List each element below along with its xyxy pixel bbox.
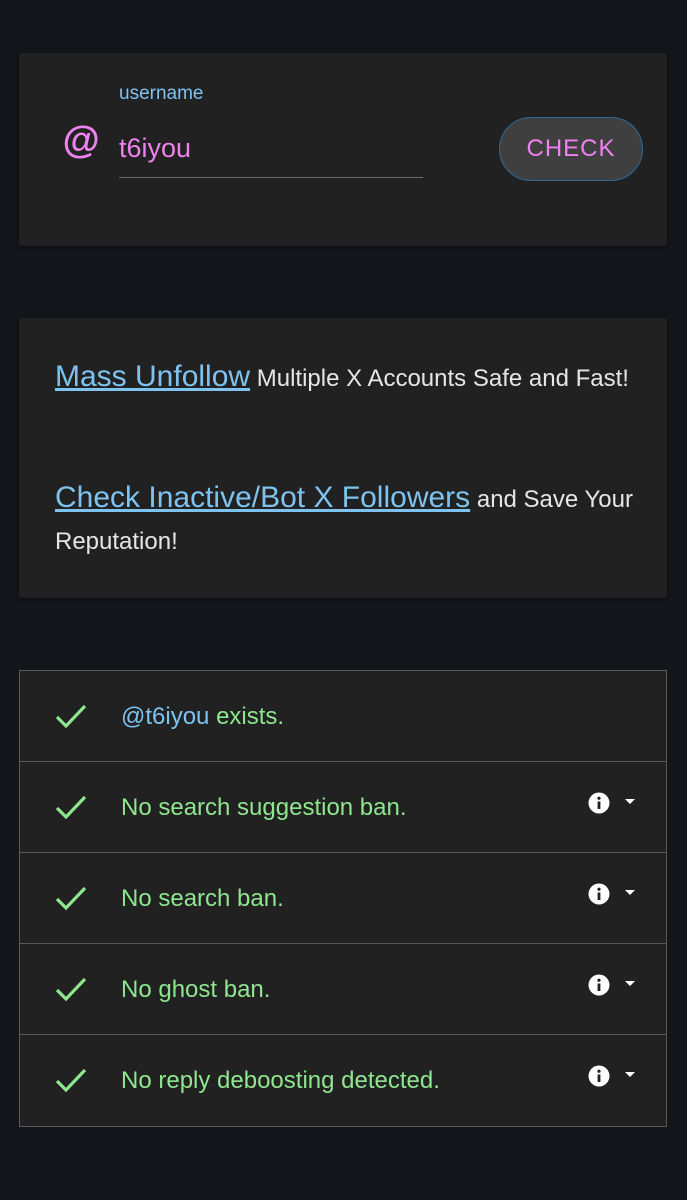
info-icon[interactable]	[588, 883, 610, 905]
check-icon	[55, 977, 87, 1002]
result-row-reply-deboosting[interactable]: No reply deboosting detected.	[20, 1035, 666, 1126]
caret-down-icon[interactable]	[623, 796, 637, 806]
username-label: username	[119, 83, 204, 104]
result-message: No search suggestion ban.	[121, 793, 407, 821]
mass-unfollow-link[interactable]: Mass Unfollow	[55, 360, 250, 393]
result-message: No reply deboosting detected.	[121, 1066, 440, 1094]
info-icon[interactable]	[588, 1065, 610, 1087]
check-inactive-followers-link[interactable]: Check Inactive/Bot X Followers	[55, 481, 470, 514]
caret-down-icon[interactable]	[623, 887, 637, 897]
check-icon	[55, 1068, 87, 1093]
check-icon	[55, 795, 87, 820]
result-message: exists.	[209, 702, 285, 730]
result-row-search-ban[interactable]: No search ban.	[20, 853, 666, 944]
result-row-search-suggestion-ban[interactable]: No search suggestion ban.	[20, 762, 666, 853]
caret-down-icon[interactable]	[623, 978, 637, 988]
promo-inactive-followers: Check Inactive/Bot X Followers and Save …	[55, 477, 635, 563]
info-icon[interactable]	[588, 792, 610, 814]
result-message: No ghost ban.	[121, 975, 271, 1003]
results-list: @t6iyou exists. No search suggestion ban…	[19, 670, 667, 1127]
result-row-exists: @t6iyou exists.	[20, 671, 666, 762]
username-input[interactable]	[119, 120, 423, 178]
result-message: No search ban.	[121, 884, 284, 912]
check-button[interactable]: CHECK	[499, 117, 643, 181]
check-icon	[55, 886, 87, 911]
info-icon[interactable]	[588, 974, 610, 996]
promo-mass-unfollow-text: Multiple X Accounts Safe and Fast!	[250, 365, 629, 392]
result-handle: @t6iyou	[121, 702, 210, 730]
at-sign-icon: @	[62, 120, 100, 162]
caret-down-icon[interactable]	[623, 1069, 637, 1079]
result-text: @t6iyou exists.	[121, 671, 284, 762]
result-row-ghost-ban[interactable]: No ghost ban.	[20, 944, 666, 1035]
check-icon	[55, 704, 87, 729]
promo-mass-unfollow: Mass Unfollow Multiple X Accounts Safe a…	[55, 356, 635, 400]
